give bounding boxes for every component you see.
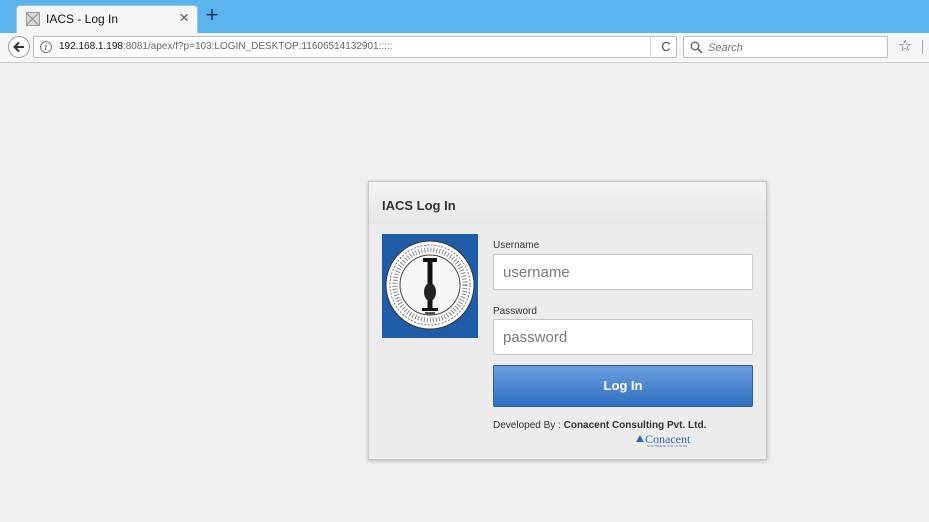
password-input[interactable] — [493, 319, 753, 355]
username-label: Username — [493, 240, 540, 251]
url-text[interactable]: 192.168.1.198:8081/apex/f?p=103:LOGIN_DE… — [59, 41, 393, 52]
search-icon — [690, 41, 703, 54]
search-input[interactable] — [706, 38, 885, 58]
developed-by-credit: Developed By : Conacent Consulting Pvt. … — [493, 420, 706, 431]
close-tab-icon[interactable]: × — [179, 9, 189, 27]
new-tab-button[interactable]: + — [201, 4, 223, 28]
conacent-logo-tagline: SOFTWARE SOLUTIONS — [647, 444, 688, 448]
bookmark-star-icon[interactable]: ☆ — [898, 37, 912, 57]
iacs-seal-icon — [385, 240, 475, 330]
username-input[interactable] — [493, 254, 753, 290]
conacent-mark-icon — [636, 435, 644, 442]
page-content: IACS Log In Username Password Log In Dev… — [0, 63, 929, 522]
tab-title: IACS - Log In — [46, 12, 119, 26]
back-button[interactable] — [8, 36, 30, 58]
reload-button[interactable]: C — [650, 36, 681, 58]
login-panel-header: IACS Log In — [369, 182, 766, 224]
info-icon[interactable]: i — [40, 41, 52, 53]
login-button[interactable]: Log In — [493, 365, 753, 407]
developer-company: Conacent Consulting Pvt. Ltd. — [563, 420, 707, 431]
url-host: 192.168.1.198 — [59, 41, 123, 52]
iacs-logo — [382, 234, 478, 338]
page-icon — [26, 12, 40, 26]
toolbar-overflow[interactable] — [922, 40, 929, 54]
login-panel: IACS Log In Username Password Log In Dev… — [368, 181, 767, 460]
back-arrow-icon — [13, 41, 24, 53]
developed-by-prefix: Developed By : — [493, 420, 564, 431]
browser-tab[interactable]: IACS - Log In × — [16, 5, 198, 33]
password-label: Password — [493, 306, 537, 317]
navigation-bar: i 192.168.1.198:8081/apex/f?p=103:LOGIN_… — [0, 33, 929, 63]
url-bar[interactable]: i 192.168.1.198:8081/apex/f?p=103:LOGIN_… — [33, 36, 677, 58]
browser-tab-strip: IACS - Log In × + — [0, 0, 929, 33]
url-path: :8081/apex/f?p=103:LOGIN_DESKTOP:1160651… — [122, 41, 393, 52]
search-bar[interactable] — [683, 36, 888, 58]
login-title: IACS Log In — [382, 198, 456, 213]
